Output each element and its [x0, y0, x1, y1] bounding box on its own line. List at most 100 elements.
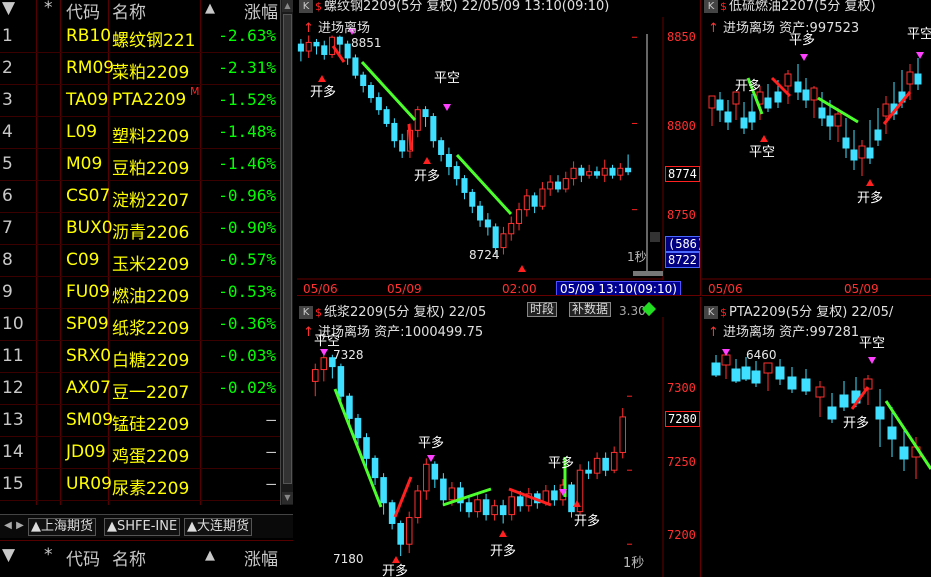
code-column-header[interactable]: 代码 — [66, 0, 100, 23]
candle-body — [818, 107, 826, 119]
watchlist-row[interactable]: 6 CS07 淀粉2207 -0.96% — [0, 181, 280, 213]
dollar-icon-2[interactable]: $ — [720, 0, 727, 13]
candle-body — [741, 366, 751, 380]
favorite-column-header-2[interactable]: * — [44, 545, 53, 565]
candle-body — [469, 191, 476, 207]
watchlist-row[interactable]: 3 TA09 PTA2209 -1.52% M — [0, 85, 280, 117]
tab-dalian-futures[interactable]: ▲大连期货 — [184, 518, 252, 536]
chart-panel-pulp[interactable]: K $ 纸浆2209(5分 复权) 22/05 时段 补数据 3.30 ↑ 进场离场… — [297, 297, 701, 577]
tab-next-icon[interactable]: ▶ — [14, 518, 26, 534]
period-button[interactable]: 时段 — [527, 302, 558, 317]
watchlist-row[interactable]: 2 RM09 菜粕2209 -2.31% — [0, 53, 280, 85]
candlestick-chart-fuel-oil[interactable] — [702, 0, 931, 296]
candle-body — [578, 167, 585, 176]
dollar-icon[interactable]: $ — [315, 0, 322, 13]
dollar-icon-3[interactable]: $ — [315, 306, 322, 319]
candle-body — [874, 129, 882, 141]
candle-body — [914, 73, 922, 85]
candle-body — [375, 97, 382, 111]
watchlist-row[interactable]: 13 SM09 锰硅2209 — — [0, 405, 280, 437]
candle-body — [570, 167, 577, 180]
candle-body — [438, 140, 445, 155]
chart-panel-fuel-oil[interactable]: K $ 低硫燃油2207(5分 复权) ↑ 进场离场 资产:997523 05/06… — [702, 0, 931, 296]
low-price-note: 8724 — [469, 248, 500, 262]
scroll-up-icon[interactable]: ▲ — [282, 0, 293, 12]
market-tabs: ◀ ▶ ▲上海期货 ▲SHFE-INE ▲大连期货 — [0, 514, 293, 538]
tab-prev-icon[interactable]: ◀ — [2, 518, 14, 534]
y-tick-8800: 8800 — [667, 119, 696, 133]
candle-body — [721, 354, 731, 366]
date-label-0509: 05/09 — [387, 282, 422, 296]
sell-marker — [868, 357, 876, 364]
watchlist-row[interactable]: 11 SRX0 白糖2209 -0.03% — [0, 341, 280, 373]
favorite-column-header[interactable]: * — [44, 0, 53, 18]
scroll-thumb[interactable] — [283, 14, 292, 484]
trend-line-red — [407, 123, 413, 151]
buy-marker — [518, 265, 526, 272]
strategy-subtitle: ↑ 进场离场 — [303, 21, 371, 36]
k-line-button-4[interactable]: K — [704, 306, 718, 319]
candle-body — [414, 109, 421, 131]
candle-body — [482, 499, 490, 516]
sort-toggle-icon-2[interactable]: ▼ — [2, 545, 15, 565]
tab-shanghai-futures[interactable]: ▲上海期货 — [28, 518, 96, 536]
change-column-header-2[interactable]: 涨幅 — [244, 545, 278, 570]
watchlist-row[interactable]: 4 L09 塑料2209 -1.48% — [0, 117, 280, 149]
buy-marker — [318, 75, 326, 82]
sort-asc-icon-2[interactable]: ▲ — [205, 548, 215, 563]
watchlist-row[interactable]: 1 RB10 螺纹钢221 -2.63% — [0, 21, 280, 53]
candle-body — [500, 233, 507, 249]
contract-name: 淀粉2207 — [112, 191, 190, 211]
watchlist-row[interactable]: 8 C09 玉米2209 -0.57% — [0, 245, 280, 277]
candle-body — [383, 109, 390, 124]
fill-data-button[interactable]: 补数据 — [569, 302, 612, 317]
watchlist-row[interactable]: 7 BUX0 沥青2206 -0.90% — [0, 213, 280, 245]
watchlist-row[interactable]: 15 UR09 尿素2209 — — [0, 469, 280, 501]
k-line-button-3[interactable]: K — [299, 306, 313, 319]
cursor-time-box: 05/09 13:10(09:10) — [556, 281, 681, 295]
code-column-header-2[interactable]: 代码 — [66, 545, 100, 570]
watchlist-row[interactable]: 5 M09 豆粕2209 -1.46% — [0, 149, 280, 181]
change-column-header[interactable]: 涨幅 — [244, 0, 278, 23]
candle-body — [523, 195, 530, 211]
buy-marker — [392, 556, 400, 563]
margin-flag: M — [190, 85, 200, 98]
dollar-icon-4[interactable]: $ — [720, 306, 727, 319]
candle-body — [751, 370, 761, 384]
candle-body — [602, 457, 609, 471]
sell-marker — [443, 104, 451, 111]
k-line-button-2[interactable]: K — [704, 0, 718, 13]
candle-body — [405, 517, 413, 545]
last-price-box: 8774 — [665, 166, 700, 182]
sort-asc-icon[interactable]: ▲ — [205, 1, 215, 16]
candle-body — [516, 496, 524, 507]
tab-shfe-ine[interactable]: ▲SHFE-INE — [104, 518, 181, 536]
trend-line-red — [393, 476, 413, 518]
candle-body — [593, 457, 601, 474]
buy-marker — [760, 135, 768, 142]
name-column-header-2[interactable]: 名称 — [112, 545, 146, 570]
k-line-button[interactable]: K — [299, 0, 313, 13]
sort-toggle-icon[interactable]: ▼ — [2, 0, 15, 18]
candle-body — [784, 73, 792, 87]
candle-body — [763, 362, 773, 374]
candle-body — [371, 457, 379, 479]
watchlist-row[interactable]: 12 AX07 豆一2207 -0.02% — [0, 373, 280, 405]
watchlist-row[interactable]: 14 JD09 鸡蛋2209 — — [0, 437, 280, 469]
watchlist-scrollbar[interactable]: ▲ ▼ — [280, 0, 293, 505]
name-column-header[interactable]: 名称 — [112, 0, 146, 23]
watchlist-row[interactable]: 10 SP09 纸浆2209 -0.36% — [0, 309, 280, 341]
candle-body — [834, 113, 842, 127]
contract-name: PTA2209 — [112, 90, 187, 110]
candle-body — [448, 487, 456, 501]
chart-panel-rebar[interactable]: K $ 螺纹钢2209(5分 复权) 22/05/09 13:10(09:10) ↑… — [297, 0, 701, 296]
contract-code: RB10 — [66, 26, 112, 46]
chart-panel-pta[interactable]: K $ PTA2209(5分 复权) 22/05/ ↑ 进场离场 资产:997281… — [702, 297, 931, 577]
cursor-price-box: 8722 — [665, 252, 700, 268]
candle-body — [708, 95, 716, 109]
change-percent: -0.90% — [218, 218, 276, 237]
signal-close-long-p3b: 平多 — [547, 456, 574, 471]
watchlist-row[interactable]: 9 FU09 燃油2209 -0.53% — [0, 277, 280, 309]
row-index: 2 — [2, 58, 13, 78]
scroll-down-icon[interactable]: ▼ — [282, 492, 293, 504]
